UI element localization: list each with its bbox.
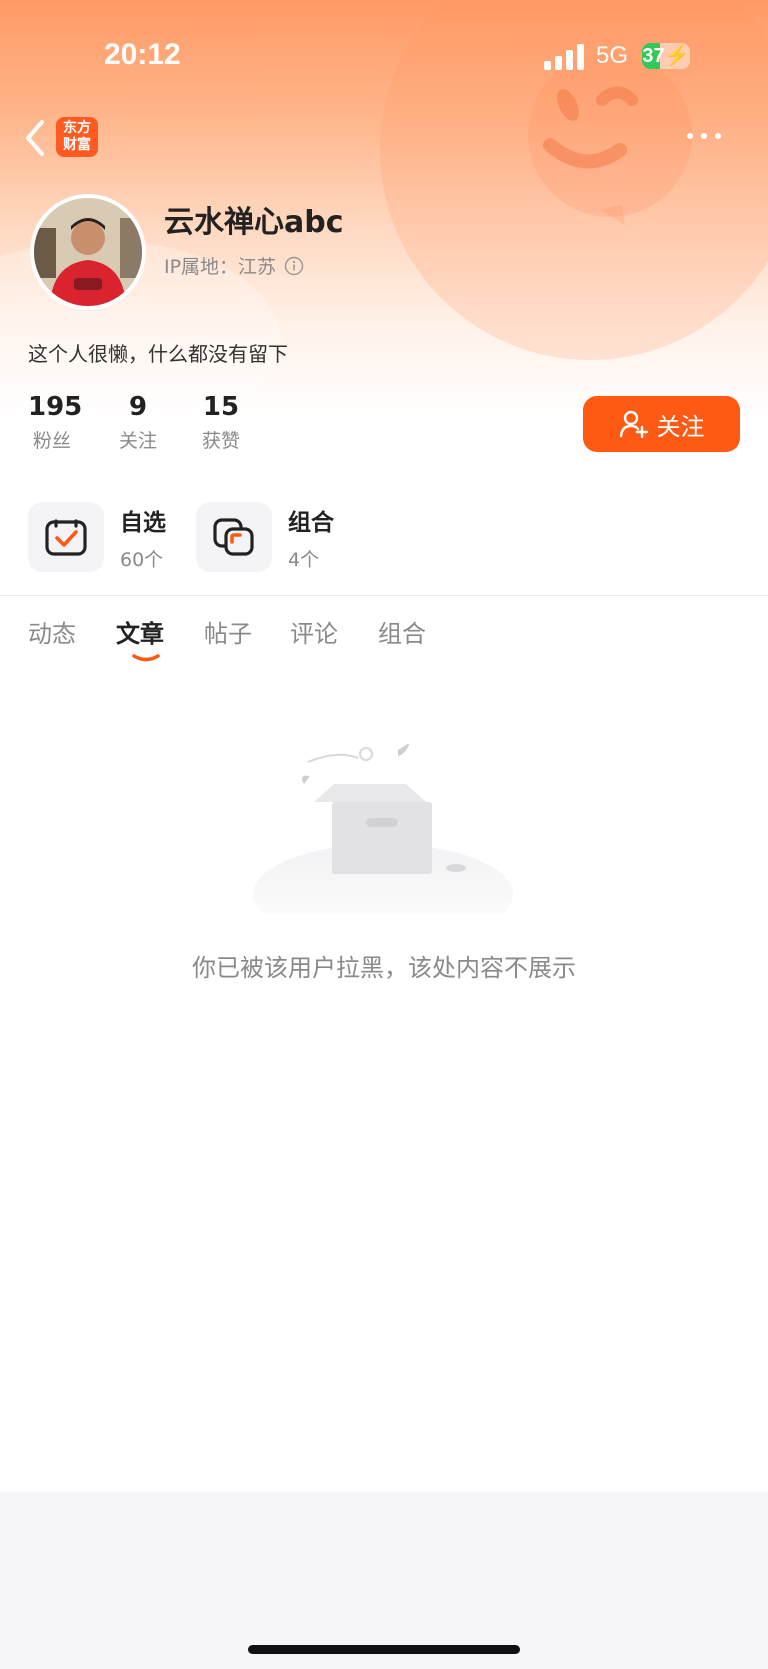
follow-button[interactable]: 关注 [583, 396, 740, 452]
tab-portfolios[interactable]: 组合 [378, 614, 426, 649]
stat-likes[interactable]: 15 获赞 [197, 392, 245, 453]
shortcut-count: 60个 [120, 548, 164, 571]
empty-box-illustration [253, 744, 513, 914]
info-icon[interactable] [284, 256, 304, 276]
app-logo-line2: 财富 [63, 137, 91, 153]
watchlist-icon [28, 502, 104, 572]
tab-articles-label: 文章 [116, 620, 164, 648]
tab-comments[interactable]: 评论 [290, 614, 338, 649]
cellular-signal-icon [544, 44, 584, 70]
divider [0, 595, 768, 596]
avatar[interactable] [30, 194, 146, 310]
stat-label: 关注 [118, 430, 157, 452]
tab-posts[interactable]: 帖子 [204, 614, 252, 649]
user-bio: 这个人很懒，什么都没有留下 [28, 342, 288, 366]
battery-indicator: 37⚡ [642, 43, 690, 69]
portfolio-icon [196, 502, 272, 572]
stat-value: 195 [28, 392, 83, 422]
ip-location-text: IP属地：江苏 [164, 256, 277, 278]
more-options-icon[interactable] [682, 122, 726, 150]
stat-followers[interactable]: 195 粉丝 [28, 392, 83, 453]
ip-location: IP属地：江苏 [164, 252, 304, 279]
stat-value: 9 [128, 392, 148, 422]
user-name: 云水禅心abc [164, 205, 344, 240]
charging-bolt-icon: ⚡ [664, 45, 690, 67]
add-user-icon [619, 410, 648, 439]
shortcut-watchlist[interactable]: 自选 60个 [28, 502, 166, 572]
shortcut-portfolio[interactable]: 组合 4个 [196, 502, 334, 572]
stat-label: 粉丝 [32, 430, 71, 452]
shortcut-title: 组合 [288, 509, 334, 536]
status-time: 20:12 [104, 38, 181, 71]
follow-button-label: 关注 [656, 412, 705, 441]
tab-bar: 动态 文章 帖子 评论 组合 [0, 614, 768, 674]
status-bar: 20:12 5G 37⚡ [0, 0, 768, 110]
shortcut-count: 4个 [288, 548, 320, 571]
tab-articles[interactable]: 文章 [116, 614, 164, 662]
stat-value: 15 [202, 392, 240, 422]
active-tab-indicator [132, 654, 160, 662]
battery-percent: 37⚡ [642, 45, 690, 67]
avatar-photo [34, 198, 142, 306]
app-logo-line1: 东方 [63, 120, 91, 136]
content-card: 自选 60个 组合 4个 动态 文章 帖子 评论 组合 你已被该用户拉黑，该处内… [0, 484, 768, 1492]
home-indicator[interactable] [248, 1645, 520, 1654]
stat-label: 获赞 [201, 430, 240, 452]
back-chevron-icon[interactable] [22, 118, 46, 158]
shortcut-title: 自选 [120, 509, 166, 536]
stat-following[interactable]: 9 关注 [114, 392, 162, 453]
empty-state-message: 你已被该用户拉黑，该处内容不展示 [192, 954, 576, 982]
app-logo[interactable]: 东方 财富 [56, 117, 98, 157]
tab-activity[interactable]: 动态 [28, 614, 76, 649]
network-type: 5G [596, 42, 629, 69]
